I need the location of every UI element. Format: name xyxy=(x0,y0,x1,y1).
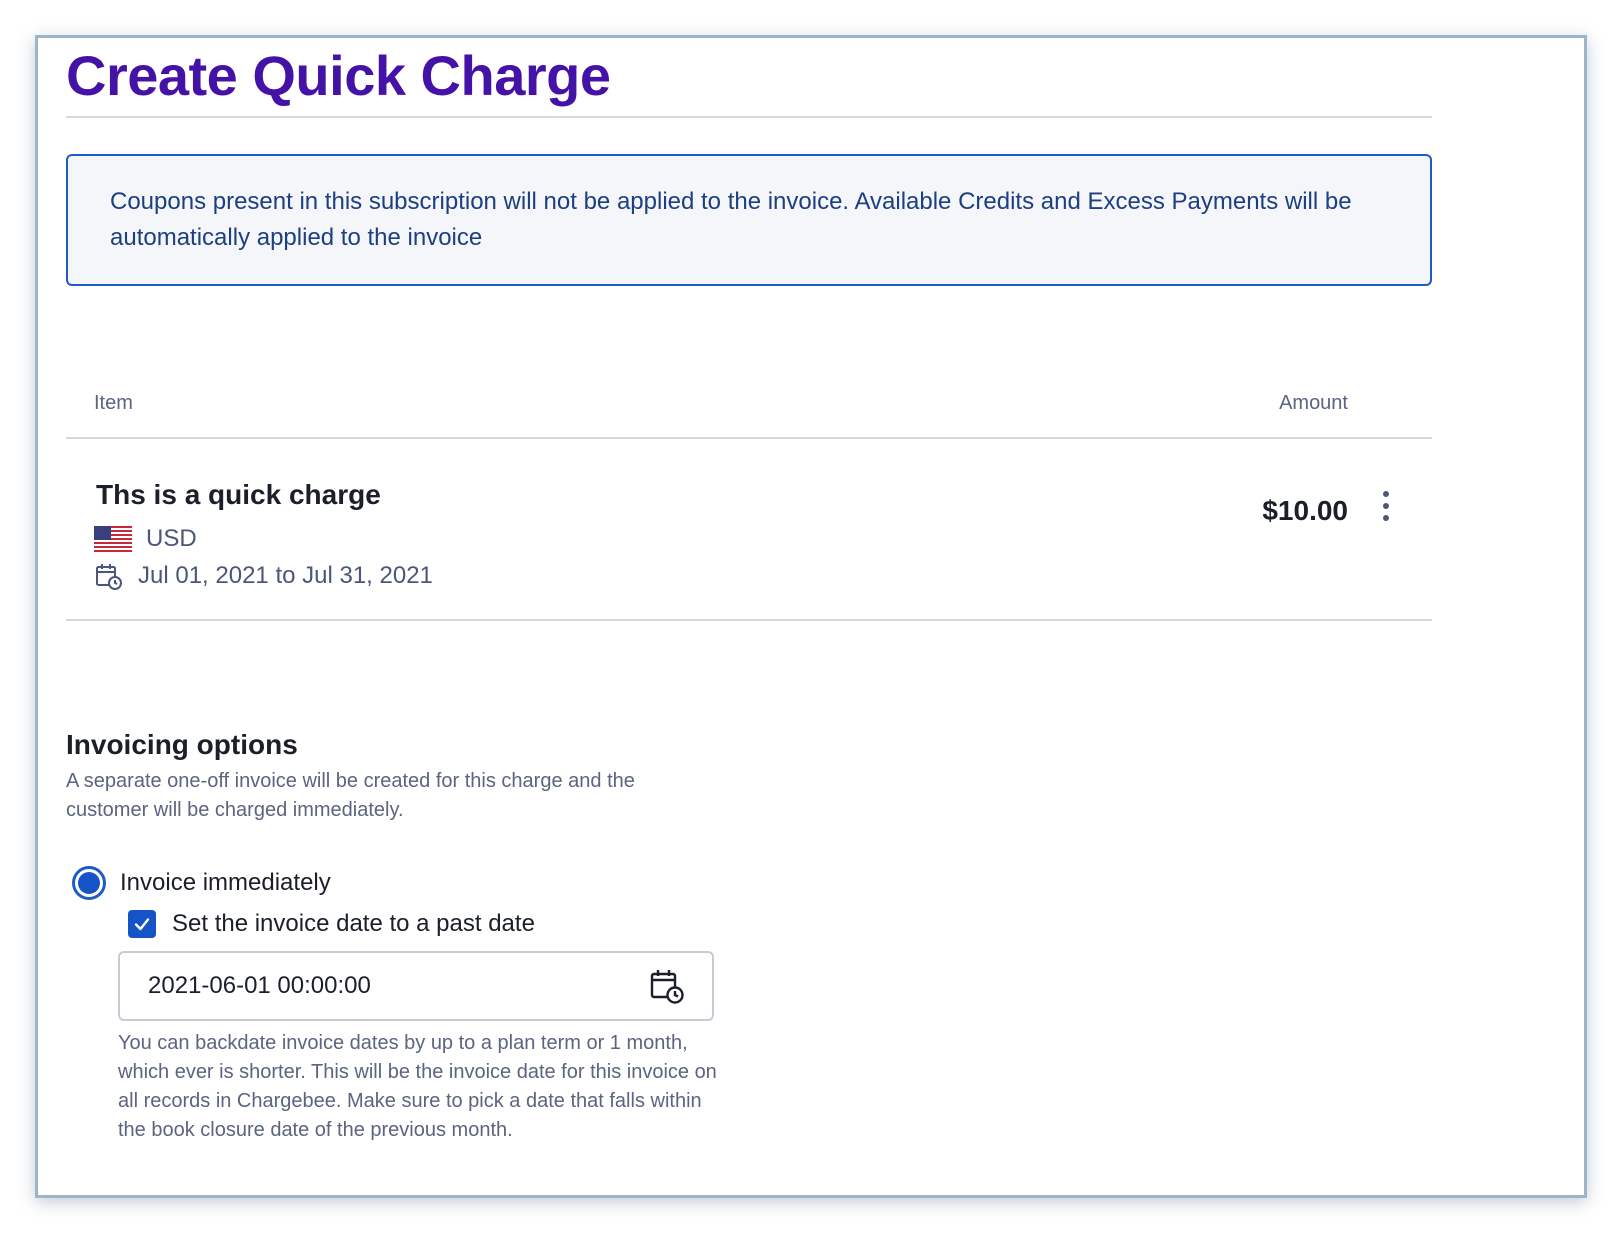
radio-selected-dot xyxy=(78,872,100,894)
page-title: Create Quick Charge xyxy=(66,44,611,107)
invoicing-options-title: Invoicing options xyxy=(66,729,298,760)
calendar-clock-icon[interactable] xyxy=(648,967,686,1005)
past-date-option[interactable]: Set the invoice date to a past date xyxy=(128,905,1432,943)
modal-window: Create Quick Charge Coupons present in t… xyxy=(35,35,1587,1198)
modal-content: Create Quick Charge Coupons present in t… xyxy=(66,38,1432,1145)
kebab-dot xyxy=(1383,515,1389,521)
invoice-date-input[interactable] xyxy=(148,953,618,1019)
checkmark-icon xyxy=(134,918,150,931)
charge-currency: USD xyxy=(94,525,197,553)
us-flag-icon xyxy=(94,526,132,552)
invoice-immediately-option[interactable]: Invoice immediately xyxy=(66,863,1432,903)
info-notice: Coupons present in this subscription wil… xyxy=(66,154,1432,286)
currency-label: USD xyxy=(146,525,197,552)
past-date-label[interactable]: Set the invoice date to a past date xyxy=(172,910,535,938)
backdate-help-text: You can backdate invoice dates by up to … xyxy=(118,1032,717,1141)
column-header-amount: Amount xyxy=(1279,392,1348,414)
table-header: Item Amount xyxy=(66,392,1432,439)
calendar-clock-icon xyxy=(96,564,122,590)
period-label: Jul 01, 2021 to Jul 31, 2021 xyxy=(138,562,433,589)
charge-title: Ths is a quick charge xyxy=(96,479,381,510)
invoicing-options-description: A separate one-off invoice will be creat… xyxy=(66,770,635,821)
invoice-date-field[interactable] xyxy=(118,951,714,1021)
kebab-dot xyxy=(1383,503,1389,509)
title-divider xyxy=(66,116,1432,118)
kebab-dot xyxy=(1383,491,1389,497)
past-date-checkbox[interactable] xyxy=(128,910,156,938)
column-header-item: Item xyxy=(94,392,133,414)
invoice-immediately-radio[interactable] xyxy=(72,866,106,900)
charge-amount: $10.00 xyxy=(1262,495,1348,526)
table-row: Ths is a quick charge USD Jul 01, 2021 t… xyxy=(66,439,1432,621)
more-vertical-icon[interactable] xyxy=(1378,491,1394,521)
invoice-immediately-label[interactable]: Invoice immediately xyxy=(120,869,331,897)
charge-period: Jul 01, 2021 to Jul 31, 2021 xyxy=(94,561,433,591)
